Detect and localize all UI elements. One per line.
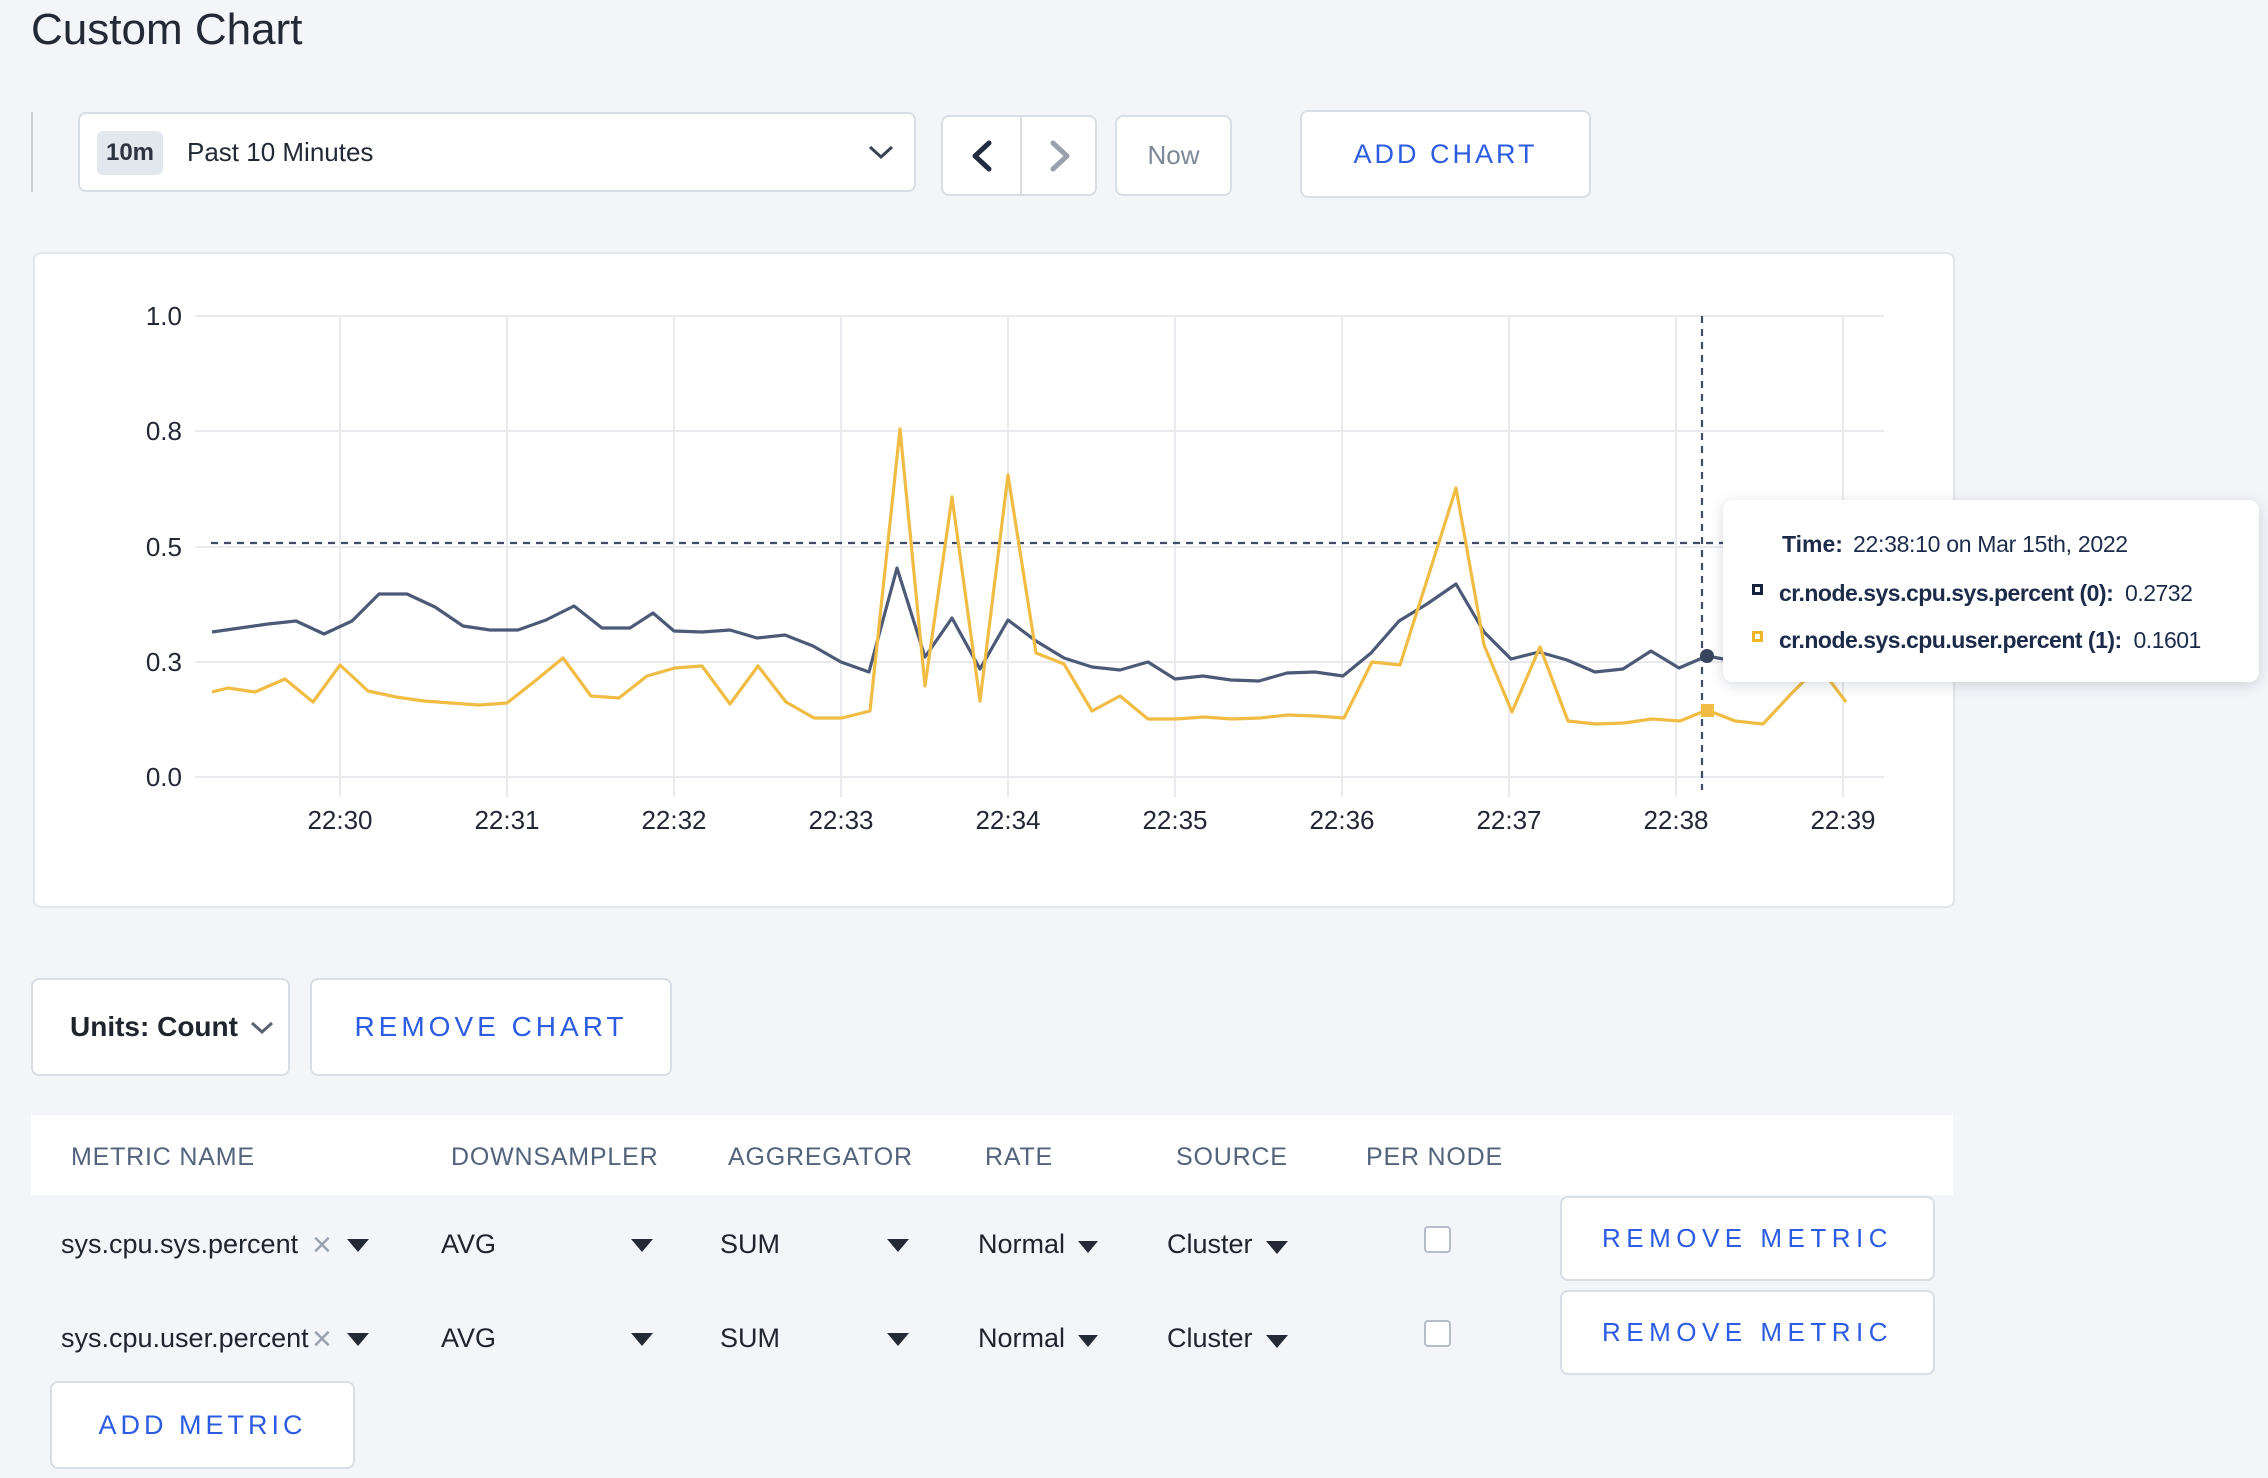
svg-text:22:38: 22:38 bbox=[1643, 805, 1708, 835]
svg-text:22:36: 22:36 bbox=[1309, 805, 1374, 835]
svg-text:22:37: 22:37 bbox=[1476, 805, 1541, 835]
svg-text:0.3: 0.3 bbox=[146, 647, 182, 677]
svg-text:22:34: 22:34 bbox=[975, 805, 1040, 835]
svg-text:22:39: 22:39 bbox=[1810, 805, 1875, 835]
svg-text:22:35: 22:35 bbox=[1142, 805, 1207, 835]
svg-text:22:31: 22:31 bbox=[474, 805, 539, 835]
svg-text:0.0: 0.0 bbox=[146, 762, 182, 792]
svg-text:1.0: 1.0 bbox=[146, 301, 182, 331]
svg-text:22:33: 22:33 bbox=[808, 805, 873, 835]
svg-text:22:30: 22:30 bbox=[307, 805, 372, 835]
svg-text:0.5: 0.5 bbox=[146, 532, 182, 562]
svg-text:22:32: 22:32 bbox=[641, 805, 706, 835]
svg-text:0.8: 0.8 bbox=[146, 416, 182, 446]
